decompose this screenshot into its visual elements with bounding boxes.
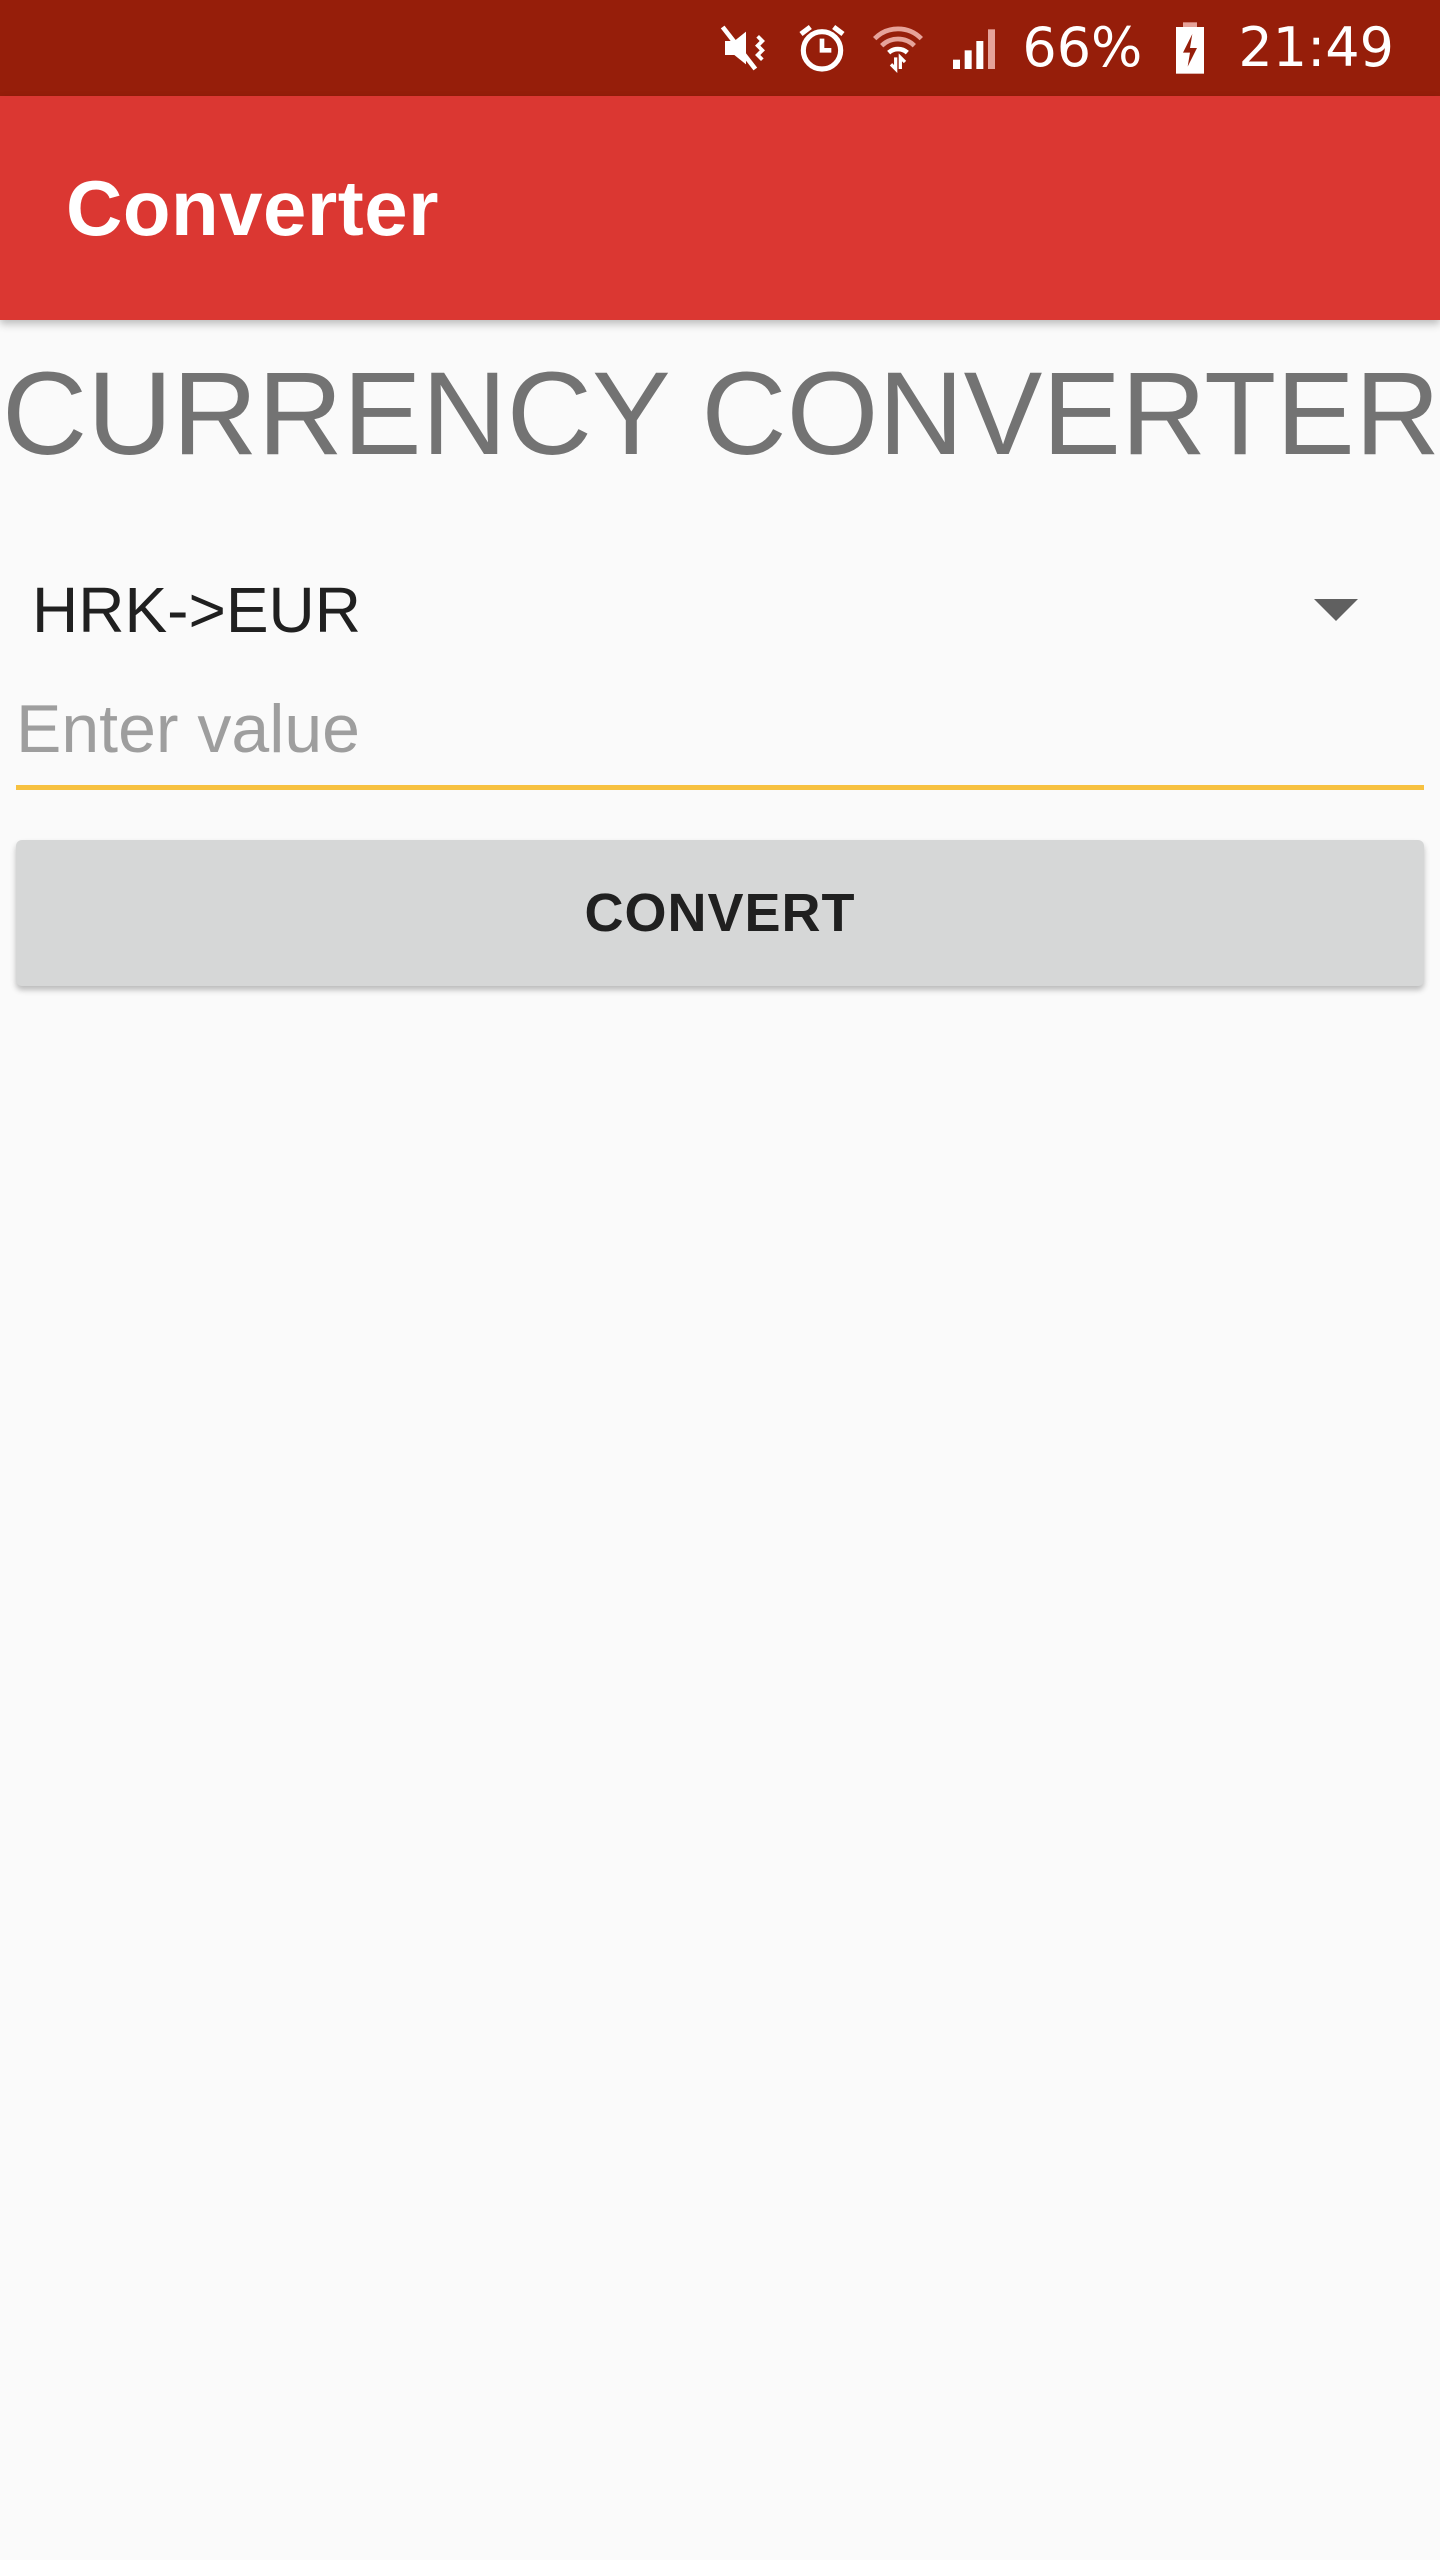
app-bar: Converter — [0, 96, 1440, 320]
currency-pair-dropdown[interactable]: HRK->EUR — [16, 540, 1424, 680]
status-icons: 66% 21:49 — [718, 20, 1394, 76]
mute-vibrate-icon — [718, 20, 774, 76]
alarm-icon — [794, 20, 850, 76]
value-input-container — [16, 680, 1424, 790]
battery-charging-icon — [1162, 20, 1218, 76]
app-title: Converter — [66, 163, 439, 252]
value-input[interactable] — [16, 680, 1424, 790]
cell-signal-icon — [946, 20, 1002, 76]
status-bar: 66% 21:49 — [0, 0, 1440, 96]
main-content: CURRENCY CONVERTER HRK->EUR CONVERT — [0, 320, 1440, 2560]
dropdown-arrow-icon[interactable] — [1314, 599, 1358, 621]
page-heading: CURRENCY CONVERTER — [2, 348, 1440, 480]
convert-button[interactable]: CONVERT — [16, 840, 1424, 986]
currency-pair-selected: HRK->EUR — [32, 574, 361, 646]
status-time: 21:49 — [1238, 16, 1394, 79]
battery-percent: 66% — [1022, 16, 1143, 79]
wifi-icon — [870, 20, 926, 76]
